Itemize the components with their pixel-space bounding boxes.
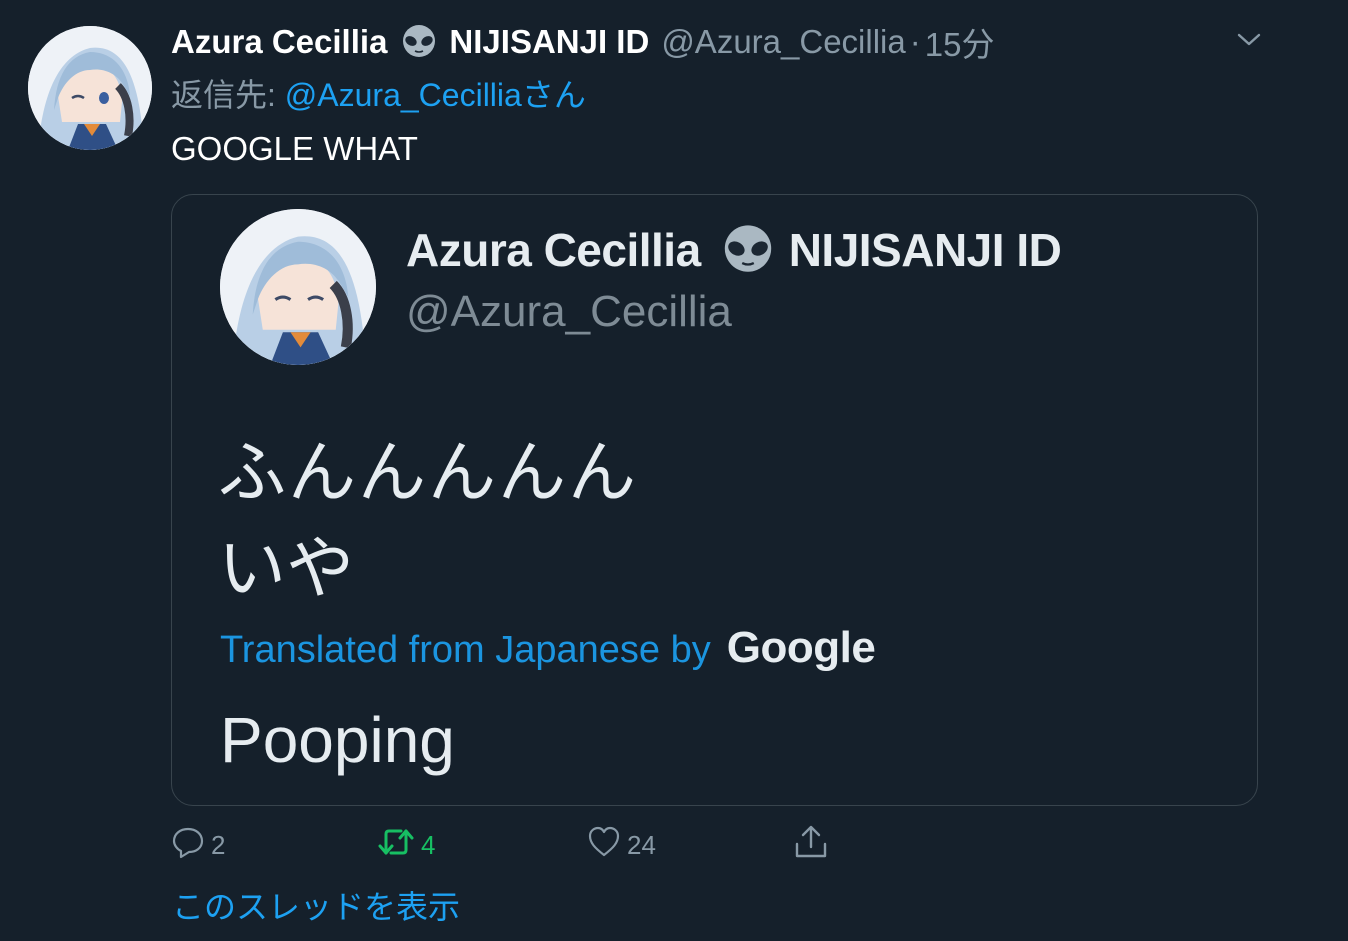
quoted-display-name: Azura Cecillia NIJISANJI ID: [406, 223, 1062, 277]
tweet-header: Azura Cecillia NIJISANJI ID @Azura_Cecil…: [171, 20, 994, 64]
action-bar: 2 4 24: [171, 822, 871, 868]
separator: ·: [909, 23, 921, 60]
translated-text: Pooping: [220, 704, 455, 776]
quoted-handle: @Azura_Cecillia: [406, 287, 732, 336]
share-button[interactable]: [793, 822, 835, 868]
reply-context: 返信先: @Azura_Cecilliaさん: [171, 70, 586, 116]
reply-count: 2: [211, 829, 226, 860]
translated-label: Translated from Japanese by: [220, 629, 711, 671]
retweet-count: 4: [421, 829, 436, 860]
tweet[interactable]: Azura Cecillia NIJISANJI ID @Azura_Cecil…: [0, 0, 1348, 941]
retweet-button[interactable]: 4: [377, 822, 435, 868]
translation-credit: Translated from Japanese by Google: [220, 623, 876, 673]
reply-icon: [171, 825, 211, 866]
retweet-icon: [377, 825, 421, 866]
show-thread-link[interactable]: このスレッドを表示: [172, 882, 460, 928]
heart-icon: [587, 825, 627, 866]
tweet-menu-button[interactable]: [1228, 24, 1270, 60]
reply-mention-link[interactable]: @Azura_Cecilliaさん: [285, 77, 586, 113]
quoted-name-suffix: NIJISANJI ID: [788, 224, 1062, 276]
quoted-text-line-1: ふんんんんん: [218, 435, 639, 511]
avatar[interactable]: [28, 26, 152, 150]
google-logo: Google: [726, 623, 876, 672]
alien-icon: [719, 223, 777, 277]
like-button[interactable]: 24: [587, 822, 656, 868]
name-suffix[interactable]: NIJISANJI ID: [449, 23, 649, 61]
alien-icon: [399, 24, 439, 60]
quoted-avatar: [220, 209, 376, 365]
timestamp[interactable]: 15分: [925, 18, 995, 66]
reply-button[interactable]: 2: [171, 822, 225, 868]
attached-image[interactable]: Azura Cecillia NIJISANJI ID @Azura_Cecil…: [171, 194, 1258, 806]
tweet-text: GOOGLE WHAT: [171, 130, 418, 167]
share-icon: [793, 824, 835, 867]
handle[interactable]: @Azura_Cecillia: [661, 23, 905, 61]
display-name[interactable]: Azura Cecillia: [171, 23, 387, 61]
quoted-name: Azura Cecillia: [406, 224, 701, 276]
chevron-down-icon: [1236, 32, 1262, 53]
reply-prefix: 返信先:: [171, 77, 285, 113]
like-count: 24: [627, 829, 656, 860]
quoted-text-line-2: いや: [218, 531, 355, 607]
